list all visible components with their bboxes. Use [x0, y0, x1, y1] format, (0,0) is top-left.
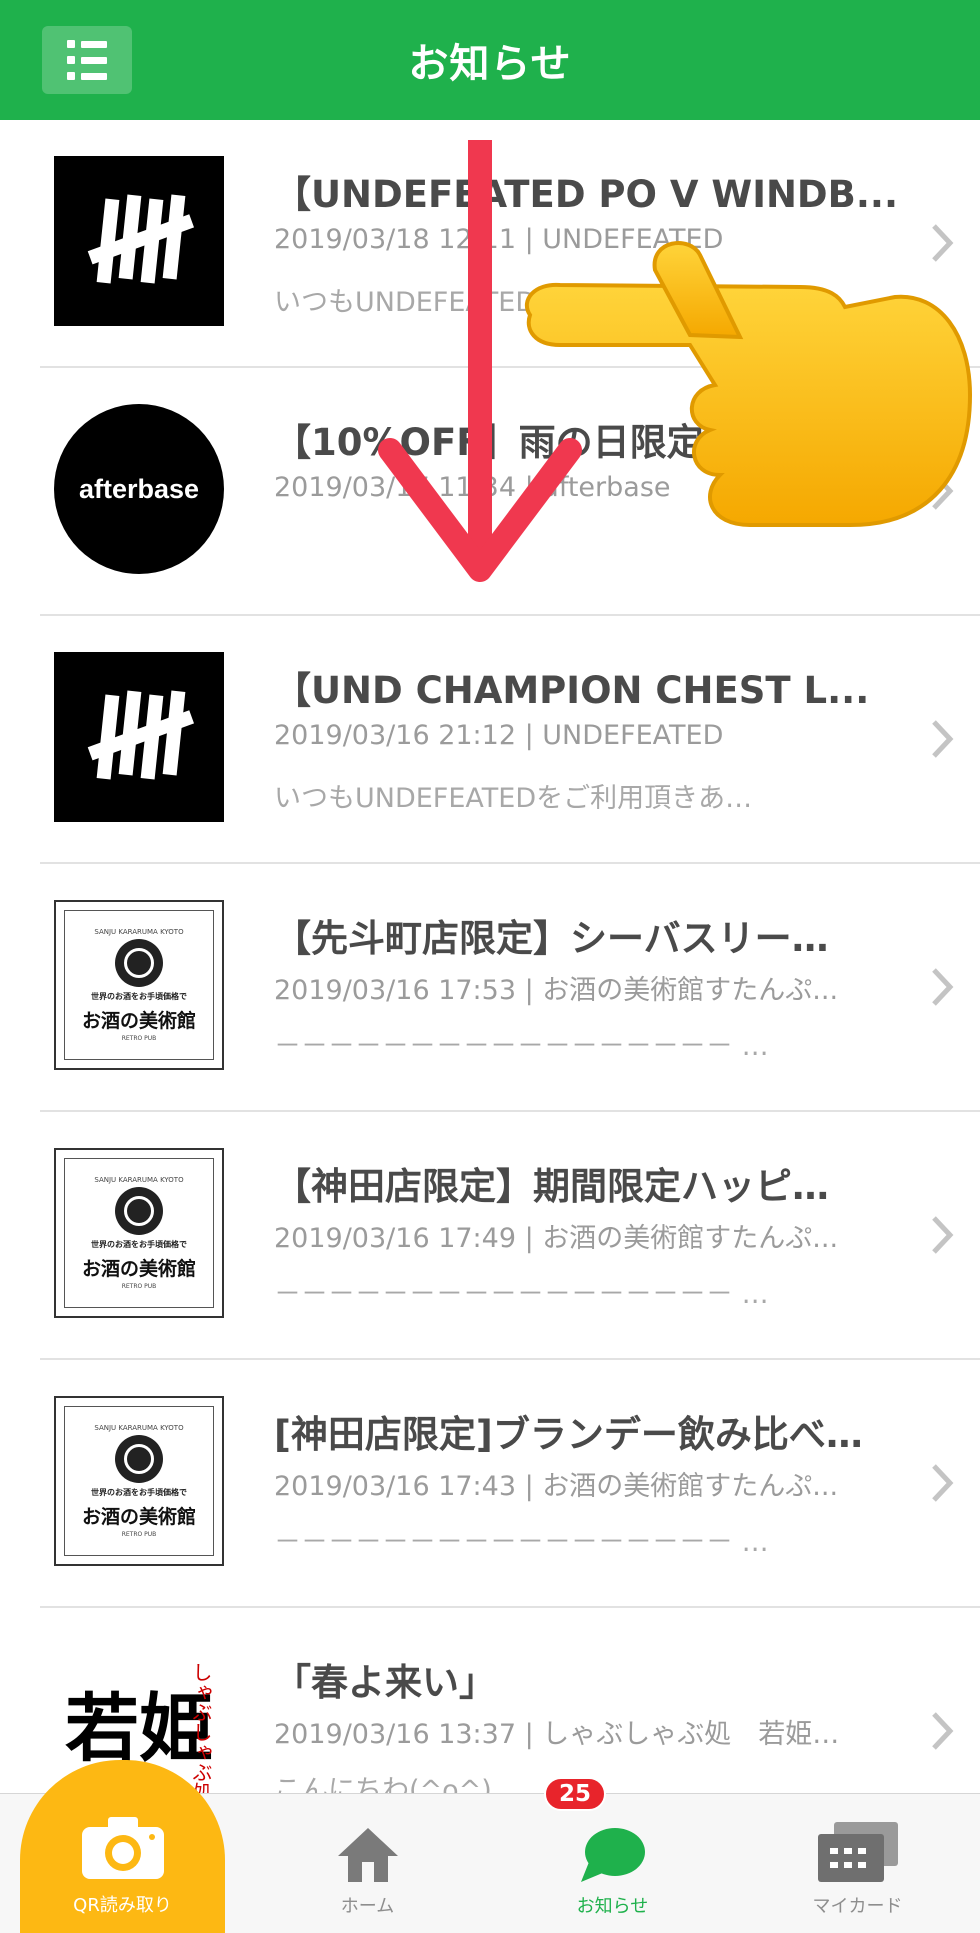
- item-title: 【神田店限定】期間限定ハッピ…: [274, 1165, 829, 1208]
- sake-museum-logo: SANJU KARARUMA KYOTO 世界のお酒をお手頃価格で お酒の美術館…: [54, 1396, 224, 1566]
- logo-footer: RETRO PUB: [121, 1531, 157, 1538]
- list-item[interactable]: SANJU KARARUMA KYOTO 世界のお酒をお手頃価格で お酒の美術館…: [40, 1360, 980, 1608]
- logo-name: お酒の美術館: [81, 1258, 196, 1280]
- chevron-right-icon: [932, 968, 954, 1006]
- chevron-right-icon: [932, 720, 954, 758]
- unread-badge: 25: [544, 1777, 606, 1811]
- home-icon: [337, 1828, 398, 1882]
- logo-name: お酒の美術館: [81, 1506, 196, 1528]
- afterbase-logo-text: afterbase: [78, 473, 200, 504]
- crest-icon: [115, 1187, 163, 1235]
- crest-icon: [115, 939, 163, 987]
- card-stack-icon: [817, 1822, 898, 1882]
- tab-mycard[interactable]: マイカード: [735, 1794, 980, 1933]
- app-header: お知らせ: [0, 0, 980, 120]
- logo-caption: SANJU KARARUMA KYOTO: [94, 1424, 184, 1432]
- tab-news[interactable]: お知らせ: [490, 1794, 735, 1933]
- afterbase-logo: afterbase: [54, 404, 224, 574]
- item-title: 【先斗町店限定】シーバスリー…: [274, 917, 829, 960]
- item-meta: 2019/03/16 17:43 | お酒の美術館すたんぷ...: [274, 1471, 839, 1502]
- tab-label: マイカード: [812, 1896, 903, 1917]
- logo-footer: RETRO PUB: [121, 1035, 157, 1042]
- crest-icon: [115, 1435, 163, 1483]
- item-meta: 2019/03/16 13:37 | しゃぶしゃぶ処 若姫…: [274, 1719, 840, 1750]
- list-item[interactable]: SANJU KARARUMA KYOTO 世界のお酒をお手頃価格で お酒の美術館…: [40, 864, 980, 1112]
- item-preview: いつもUNDEFEATEDをご利用頂きあ…: [274, 783, 753, 814]
- item-meta: 2019/03/16 17:53 | お酒の美術館すたんぷ...: [274, 975, 839, 1006]
- list-item[interactable]: 【UND CHAMPION CHEST L... 2019/03/16 21:1…: [40, 616, 980, 864]
- chevron-right-icon: [932, 1712, 954, 1750]
- list-item[interactable]: SANJU KARARUMA KYOTO 世界のお酒をお手頃価格で お酒の美術館…: [40, 1112, 980, 1360]
- tab-home[interactable]: ホーム: [245, 1794, 490, 1933]
- logo-tagline: 世界のお酒をお手頃価格で: [91, 1240, 187, 1249]
- item-preview: －－－－－－－－－－－－－－－－－ …: [274, 1031, 769, 1062]
- list-menu-icon[interactable]: [42, 26, 132, 94]
- camera-icon: [81, 1817, 164, 1879]
- chat-bubble-icon: [580, 1828, 645, 1882]
- item-meta: 2019/03/16 17:49 | お酒の美術館すたんぷ...: [274, 1223, 839, 1254]
- item-meta: 2019/03/16 21:12 | UNDEFEATED: [274, 720, 724, 751]
- item-title: 「春よ来い」: [274, 1661, 496, 1704]
- logo-tagline: 世界のお酒をお手頃価格で: [91, 992, 187, 1001]
- page-title: お知らせ: [408, 41, 572, 87]
- item-preview: －－－－－－－－－－－－－－－－－ …: [274, 1279, 769, 1310]
- chevron-right-icon: [932, 1216, 954, 1254]
- item-title: [神田店限定]ブランデー飲み比べ…: [274, 1413, 863, 1456]
- logo-caption: SANJU KARARUMA KYOTO: [94, 1176, 184, 1184]
- item-title: 【UND CHAMPION CHEST L...: [274, 669, 870, 712]
- sake-museum-logo: SANJU KARARUMA KYOTO 世界のお酒をお手頃価格で お酒の美術館…: [54, 900, 224, 1070]
- qr-scan-label: QR読み取り: [73, 1895, 172, 1916]
- pointing-hand-icon: [524, 241, 973, 527]
- tab-label: お知らせ: [576, 1896, 649, 1917]
- wakahime-logo-side: しゃぶしゃぶ処: [189, 1662, 213, 1802]
- logo-caption: SANJU KARARUMA KYOTO: [94, 928, 184, 936]
- sake-museum-logo: SANJU KARARUMA KYOTO 世界のお酒をお手頃価格で お酒の美術館…: [54, 1148, 224, 1318]
- tab-label: ホーム: [340, 1896, 395, 1917]
- logo-footer: RETRO PUB: [121, 1283, 157, 1290]
- chevron-right-icon: [932, 1464, 954, 1502]
- logo-name: お酒の美術館: [81, 1010, 196, 1032]
- undefeated-logo: [54, 156, 224, 326]
- item-preview: －－－－－－－－－－－－－－－－－ …: [274, 1527, 769, 1558]
- undefeated-logo: [54, 652, 224, 822]
- logo-tagline: 世界のお酒をお手頃価格で: [91, 1488, 187, 1497]
